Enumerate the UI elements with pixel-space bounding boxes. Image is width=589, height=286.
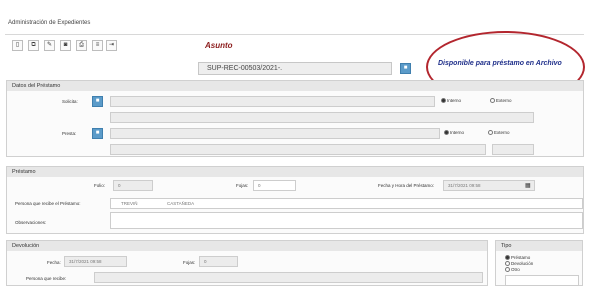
devolucion-persona-field[interactable] (94, 272, 483, 283)
presta-detail-field[interactable] (110, 144, 486, 155)
radio-selected-icon (505, 255, 510, 261)
folio-field[interactable]: 0 (113, 180, 153, 191)
persona-recibe-label: Persona que recibe el Préstamo: (15, 201, 81, 206)
solicita-search-button[interactable]: ■ (92, 96, 103, 107)
persona-last-name: CASTAÑEDA (167, 201, 195, 206)
search-expediente-button[interactable]: ■ (400, 63, 411, 74)
fecha-prestamo-label: Fecha y Hora del Préstamo: (378, 183, 435, 188)
radio-selected-icon (441, 98, 446, 104)
solicita-label: Solicita: (62, 99, 78, 104)
copy-icon[interactable]: ⧉ (28, 40, 39, 51)
radio-empty-icon (505, 267, 510, 273)
radio-empty-icon (505, 261, 510, 267)
tipo-otro-field[interactable] (505, 275, 579, 286)
asunto-label: Asunto (205, 41, 233, 50)
devolucion-fecha-label: Fecha: (47, 260, 61, 265)
tipo-prestamo-radio[interactable]: Préstamo (505, 255, 530, 261)
solicita-field[interactable] (110, 96, 435, 107)
window-title: Administración de Expedientes (8, 20, 91, 26)
solicita-detail-field[interactable] (110, 112, 534, 123)
new-document-icon[interactable]: ▯ (12, 40, 23, 51)
exit-icon[interactable]: ⇥ (106, 40, 117, 51)
persona-recibe-field[interactable]: TREVIÑ CASTAÑEDA (110, 198, 583, 209)
devolucion-persona-label: Persona que recibe: (26, 276, 67, 281)
fecha-prestamo-field[interactable]: 31/7/2021 09:58 (443, 180, 535, 191)
radio-empty-icon (490, 98, 495, 104)
presta-interno-radio[interactable]: Interno (444, 130, 464, 136)
presta-field[interactable] (110, 128, 440, 139)
solicita-interno-radio[interactable]: Interno (441, 98, 461, 104)
tipo-otro-radio[interactable]: Otro (505, 267, 520, 273)
expediente-field[interactable]: SUP-REC-00503/2021-. (198, 62, 392, 75)
edit-icon[interactable]: ✎ (44, 40, 55, 51)
folio-label: Folio: (94, 183, 106, 188)
persona-first-name: TREVIÑ (121, 201, 138, 206)
presta-search-button[interactable]: ■ (92, 128, 103, 139)
devolucion-fojas-field[interactable]: 0 (199, 256, 238, 267)
binoculars-icon[interactable]: ◙ (60, 40, 71, 51)
devolucion-fecha-field[interactable]: 31/7/2021 09:58 (64, 256, 127, 267)
observaciones-label: Observaciones: (15, 220, 47, 225)
presta-externo-radio[interactable]: Externo (488, 130, 510, 136)
presta-extra-field[interactable] (492, 144, 534, 155)
observaciones-field[interactable] (110, 212, 583, 229)
presta-label: Presta: (62, 131, 77, 136)
fojas-field[interactable]: 0 (253, 180, 296, 191)
solicita-externo-radio[interactable]: Externo (490, 98, 512, 104)
devolucion-fojas-label: Fojas: (183, 260, 196, 265)
tipo-devolucion-radio[interactable]: Devolución (505, 261, 533, 267)
calendar-icon[interactable]: ▦ (525, 182, 531, 189)
print-icon[interactable]: ⎙ (76, 40, 87, 51)
radio-empty-icon (488, 130, 493, 136)
radio-selected-icon (444, 130, 449, 136)
fojas-label: Fojas: (236, 183, 249, 188)
list-icon[interactable]: ≡ (92, 40, 103, 51)
